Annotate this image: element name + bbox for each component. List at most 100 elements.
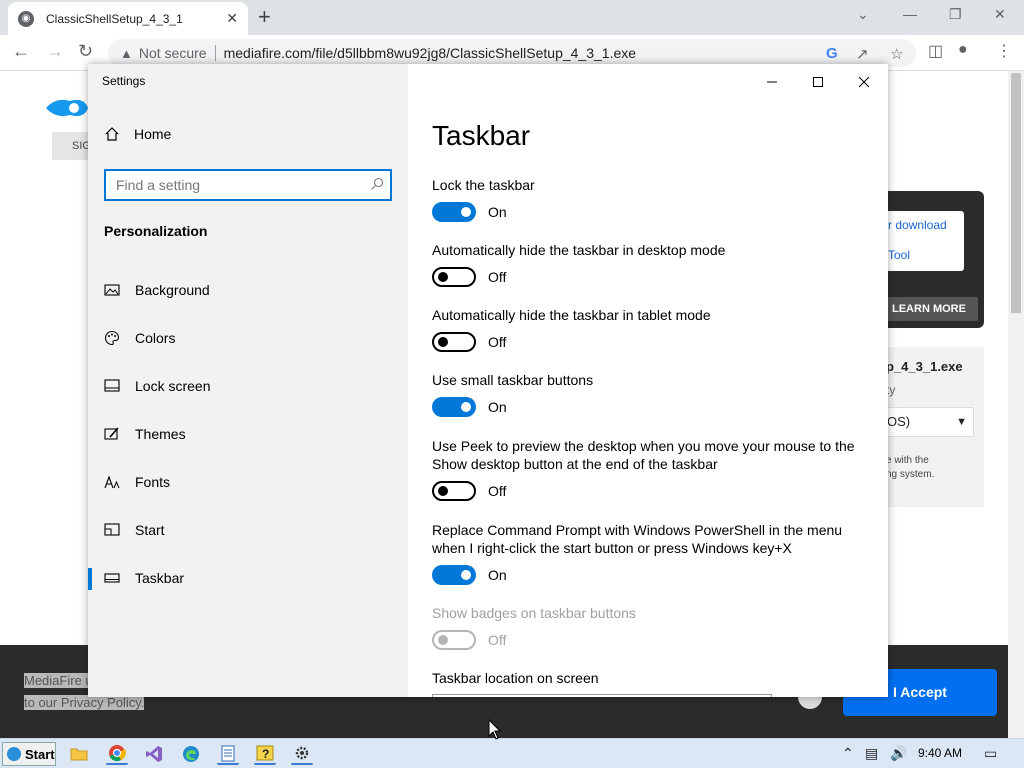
page-scrollbar[interactable] bbox=[1008, 71, 1024, 738]
toggle-switch[interactable] bbox=[432, 332, 476, 352]
browser-tab[interactable]: ◉ ClassicShellSetup_4_3_1 ✕ bbox=[8, 2, 248, 35]
start-icon bbox=[104, 523, 120, 536]
share-icon[interactable]: ↗ bbox=[856, 45, 869, 63]
settings-gear-icon[interactable] bbox=[291, 743, 313, 765]
toggle-switch[interactable] bbox=[432, 481, 476, 501]
nav-start[interactable]: Start bbox=[88, 510, 408, 550]
home-label: Home bbox=[134, 126, 172, 142]
autohide-desktop-toggle[interactable]: Off bbox=[432, 267, 872, 287]
taskbar-icon bbox=[104, 573, 120, 583]
close-tab-icon[interactable]: ✕ bbox=[226, 10, 238, 27]
settings-window: Settings Home Personalization Background bbox=[88, 64, 888, 697]
toggle-knob bbox=[438, 635, 448, 645]
reload-icon[interactable]: ↻ bbox=[78, 41, 93, 62]
sign-in-button[interactable]: SIG bbox=[52, 132, 92, 160]
network-icon[interactable]: ▤ bbox=[865, 745, 878, 762]
peek-toggle[interactable]: Off bbox=[432, 481, 872, 501]
setting-location: Taskbar location on screen bbox=[432, 669, 872, 687]
nav-themes[interactable]: Themes bbox=[88, 414, 408, 454]
palette-icon bbox=[104, 330, 120, 346]
warning-icon[interactable]: ▲ bbox=[120, 46, 133, 61]
close-browser-icon[interactable]: ✕ bbox=[994, 6, 1006, 23]
visual-studio-icon[interactable] bbox=[143, 743, 165, 765]
promo-download-link[interactable]: r download bbox=[888, 218, 947, 232]
fonts-icon bbox=[104, 475, 120, 489]
file-explorer-icon[interactable] bbox=[68, 743, 90, 765]
toggle-state: Off bbox=[488, 483, 507, 499]
mediafire-logo-icon[interactable] bbox=[44, 95, 90, 121]
notification-icon[interactable]: ▭ bbox=[984, 745, 997, 762]
menu-kebab-icon[interactable]: ⋮ bbox=[996, 41, 1012, 61]
bookmark-star-icon[interactable]: ☆ bbox=[890, 45, 903, 63]
os-select-value: OS) bbox=[887, 414, 911, 429]
minimize-browser-icon[interactable]: — bbox=[903, 6, 917, 22]
setting-badges: Show badges on taskbar buttons Off bbox=[432, 604, 872, 650]
nav-themes-label: Themes bbox=[135, 426, 186, 442]
toggle-switch[interactable] bbox=[432, 202, 476, 222]
find-setting-box[interactable] bbox=[104, 169, 392, 201]
start-label: Start bbox=[25, 746, 55, 762]
toggle-state: Off bbox=[488, 269, 507, 285]
setting-autohide-desktop: Automatically hide the taskbar in deskto… bbox=[432, 241, 872, 287]
nav-lock-screen[interactable]: Lock screen bbox=[88, 366, 408, 406]
new-tab-button[interactable]: + bbox=[258, 4, 271, 30]
os-note-line-2: ng system. bbox=[886, 469, 935, 480]
maximize-icon[interactable] bbox=[806, 72, 830, 92]
nav-colors[interactable]: Colors bbox=[88, 318, 408, 358]
nav-colors-label: Colors bbox=[135, 330, 176, 346]
scrollbar-thumb[interactable] bbox=[1011, 73, 1021, 313]
forward-icon[interactable]: → bbox=[46, 41, 64, 62]
nav-taskbar[interactable]: Taskbar bbox=[88, 558, 408, 598]
side-panel-icon[interactable]: ◫ bbox=[928, 41, 943, 61]
home-nav[interactable]: Home bbox=[104, 126, 171, 142]
settings-content: Taskbar Lock the taskbar On Automaticall… bbox=[408, 64, 888, 697]
setting-peek: Use Peek to preview the desktop when you… bbox=[432, 437, 872, 501]
google-icon[interactable]: G bbox=[826, 45, 838, 62]
small-buttons-toggle[interactable]: On bbox=[432, 397, 872, 417]
nav-taskbar-label: Taskbar bbox=[135, 570, 185, 586]
taskbar-location-dropdown[interactable] bbox=[432, 694, 772, 697]
home-icon bbox=[105, 127, 119, 141]
back-icon[interactable]: ← bbox=[12, 41, 30, 62]
toggle-switch bbox=[432, 630, 476, 650]
toggle-state: Off bbox=[488, 334, 507, 350]
help-setup-icon[interactable]: ? bbox=[254, 743, 276, 765]
find-setting-input[interactable] bbox=[106, 171, 356, 199]
autohide-tablet-toggle[interactable]: Off bbox=[432, 332, 872, 352]
cookie-text-line-2[interactable]: to our Privacy Policy. bbox=[24, 695, 145, 710]
tab-search-icon[interactable]: ⌄ bbox=[857, 6, 869, 23]
toggle-switch[interactable] bbox=[432, 267, 476, 287]
browser-tab-bar: ◉ ClassicShellSetup_4_3_1 ✕ + ⌄ — ❐ ✕ bbox=[0, 0, 1024, 35]
globe-icon: ◉ bbox=[18, 10, 34, 27]
clock[interactable]: 9:40 AM bbox=[918, 746, 962, 760]
setting-powershell: Replace Command Prompt with Windows Powe… bbox=[432, 521, 872, 585]
learn-more-button[interactable]: LEARN MORE bbox=[884, 297, 978, 321]
restore-browser-icon[interactable]: ❐ bbox=[949, 6, 962, 23]
address-bar[interactable]: ▲ Not secure mediafire.com/file/d5llbbm8… bbox=[108, 39, 916, 67]
profile-avatar-icon[interactable]: ● bbox=[958, 41, 968, 59]
edge-icon[interactable] bbox=[180, 743, 202, 765]
close-icon[interactable] bbox=[852, 72, 876, 92]
chrome-icon[interactable] bbox=[106, 743, 128, 765]
url-text[interactable]: mediafire.com/file/d5llbbm8wu92jg8/Class… bbox=[224, 45, 636, 61]
volume-icon[interactable]: 🔊 bbox=[890, 745, 907, 762]
show-hidden-icons-chevron-icon[interactable]: ⌃ bbox=[842, 745, 854, 762]
promo-tool-link[interactable]: Tool bbox=[888, 248, 910, 262]
toggle-switch[interactable] bbox=[432, 565, 476, 585]
themes-icon bbox=[104, 427, 119, 440]
file-name: p_4_3_1.exe bbox=[886, 359, 963, 374]
tab-title: ClassicShellSetup_4_3_1 bbox=[46, 11, 183, 26]
security-status[interactable]: Not secure bbox=[139, 45, 207, 61]
badges-toggle: Off bbox=[432, 630, 872, 650]
lock-taskbar-toggle[interactable]: On bbox=[432, 202, 872, 222]
start-button[interactable]: Start bbox=[2, 742, 56, 766]
minimize-icon[interactable] bbox=[760, 72, 784, 92]
notepad-icon[interactable] bbox=[217, 743, 239, 765]
windows-taskbar: Start ? ⌃ ▤ 🔊 9:40 AM ▭ bbox=[0, 738, 1024, 768]
nav-background[interactable]: Background bbox=[88, 270, 408, 310]
toggle-switch[interactable] bbox=[432, 397, 476, 417]
window-title: Settings bbox=[102, 74, 146, 88]
powershell-toggle[interactable]: On bbox=[432, 565, 872, 585]
search-icon[interactable] bbox=[370, 177, 384, 191]
nav-fonts[interactable]: Fonts bbox=[88, 462, 408, 502]
